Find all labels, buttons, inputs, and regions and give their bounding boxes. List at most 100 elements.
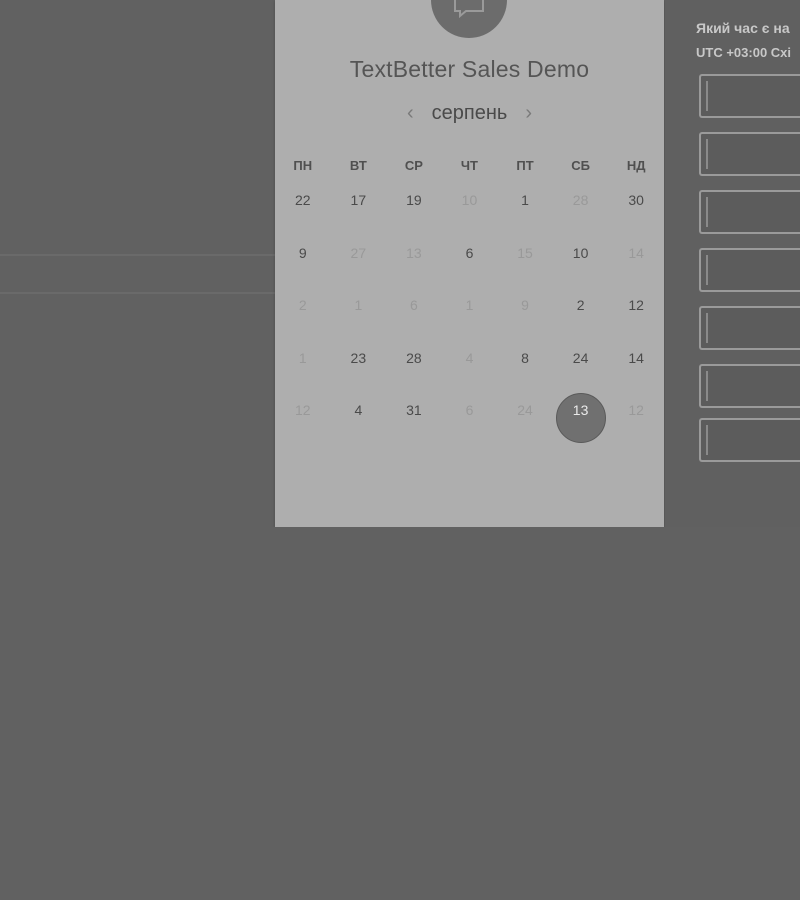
month-label: серпень (431, 101, 508, 124)
time-slot-button[interactable] (699, 418, 800, 462)
calendar-day: 10 (442, 178, 498, 231)
calendar-day[interactable]: 22 (275, 178, 331, 231)
calendar-day-number: 9 (521, 297, 529, 313)
calendar-day[interactable]: 4 (331, 388, 387, 441)
time-slot-button[interactable] (699, 74, 800, 118)
weekday-label: СР (404, 158, 423, 173)
calendar-day-number: 9 (298, 244, 307, 261)
calendar-day[interactable]: 24 (553, 336, 609, 389)
calendar-day: 6 (386, 283, 442, 336)
chat-bubble-icon (454, 0, 484, 18)
calendar-day[interactable]: 1 (497, 178, 553, 231)
time-slot-button[interactable] (699, 190, 800, 234)
calendar-day: 13 (386, 231, 442, 284)
calendar-day[interactable]: 28 (386, 336, 442, 389)
calendar-day[interactable]: 2 (553, 283, 609, 336)
scheduler-card: TextBetter Sales Demo ‹ серпень › ПН ВТ … (275, 0, 664, 527)
calendar-day-number: 27 (350, 244, 367, 261)
event-title: TextBetter Sales Demo (349, 56, 590, 82)
calendar-day: 1 (442, 283, 498, 336)
calendar-day-number: 17 (350, 192, 367, 208)
weekday-label: СБ (571, 158, 590, 173)
month-navigator: ‹ серпень › (275, 100, 664, 126)
calendar-day: 6 (442, 388, 498, 441)
weekday-label: ВТ (349, 158, 367, 173)
company-logo (431, 0, 507, 38)
calendar-day-number: 14 (628, 349, 644, 366)
calendar-day-selected[interactable]: 13 (553, 388, 609, 441)
background-divider (0, 292, 275, 294)
calendar-day-number: 2 (298, 297, 307, 313)
timezone-question: Який час є на (696, 20, 790, 36)
calendar-day-number: 4 (465, 349, 474, 366)
calendar-day[interactable]: 6 (442, 231, 498, 284)
calendar-day-number: 12 (294, 402, 311, 418)
calendar-day[interactable]: 14 (608, 336, 664, 389)
calendar-day[interactable]: 31 (386, 388, 442, 441)
background-divider (0, 254, 275, 256)
calendar-day-number: 2 (576, 297, 585, 313)
calendar-day-number: 22 (294, 192, 311, 208)
calendar-day: 2 (275, 283, 331, 336)
calendar-day-number: 13 (572, 402, 589, 418)
calendar-day-number: 30 (628, 192, 644, 208)
calendar-day-number: 1 (521, 192, 529, 208)
time-slot-panel: Який час є на UTC +03:00 Схі (665, 0, 800, 527)
calendar-day[interactable]: 8 (497, 336, 553, 389)
calendar-day-number: 6 (465, 402, 474, 418)
calendar-day[interactable]: 12 (608, 283, 664, 336)
calendar-day: 4 (442, 336, 498, 389)
calendar-day-number: 19 (406, 192, 422, 208)
calendar-day-number: 10 (461, 192, 478, 208)
calendar-day: 12 (608, 388, 664, 441)
time-slot-button[interactable] (699, 306, 800, 350)
time-slot-button[interactable] (699, 364, 800, 408)
calendar-day-number: 6 (465, 244, 474, 261)
timezone-selector[interactable]: UTC +03:00 Схі (696, 45, 791, 60)
calendar-day: 9 (497, 283, 553, 336)
calendar-day-number: 12 (628, 297, 644, 313)
calendar-day-number: 6 (410, 297, 418, 313)
calendar-day: 14 (608, 231, 664, 284)
calendar-day-number: 24 (517, 402, 533, 418)
calendar-day-number: 23 (350, 349, 367, 366)
time-slot-button[interactable] (699, 132, 800, 176)
calendar-day: 1 (275, 336, 331, 389)
calendar-day: 27 (331, 231, 387, 284)
calendar-day[interactable]: 9 (275, 231, 331, 284)
calendar-day-number: 1 (298, 349, 307, 366)
calendar-day[interactable]: 10 (553, 231, 609, 284)
calendar-day-number: 13 (406, 244, 422, 261)
calendar-day-number: 31 (406, 402, 422, 418)
calendar-day[interactable]: 23 (331, 336, 387, 389)
calendar-day-number: 24 (572, 349, 589, 366)
chevron-left-icon[interactable]: ‹ (407, 103, 414, 123)
calendar-day-number: 10 (572, 244, 589, 261)
calendar-day[interactable]: 19 (386, 178, 442, 231)
weekday-label: ЧТ (460, 158, 478, 173)
calendar-day-number: 8 (521, 349, 529, 366)
calendar-day: 28 (553, 178, 609, 231)
weekday-label: ПН (293, 158, 313, 173)
calendar-day: 1 (331, 283, 387, 336)
page-footer-area (0, 527, 800, 900)
calendar-day-number: 14 (628, 244, 644, 261)
weekday-header: ПН ВТ СР ЧТ ПТ СБ НД (275, 158, 664, 173)
calendar-day: 12 (275, 388, 331, 441)
calendar-day: 24 (497, 388, 553, 441)
calendar-day-number: 15 (517, 244, 533, 261)
calendar-day-number: 1 (354, 297, 363, 313)
calendar-day-number: 1 (465, 297, 474, 313)
calendar-day: 15 (497, 231, 553, 284)
calendar-day-number: 4 (354, 402, 363, 418)
time-slot-button[interactable] (699, 248, 800, 292)
weekday-label: НД (626, 158, 646, 173)
calendar-day-number: 28 (572, 192, 589, 208)
calendar-day-number: 28 (406, 349, 422, 366)
chevron-right-icon[interactable]: › (525, 103, 532, 123)
calendar-day-number: 12 (628, 402, 644, 418)
calendar-day[interactable]: 17 (331, 178, 387, 231)
calendar-day[interactable]: 30 (608, 178, 664, 231)
weekday-label: ПТ (516, 158, 534, 173)
calendar-day-grid: 22 17 19 10 1 28 30 9 27 13 6 15 10 14 2 1 6 1 9 2 12 1 23 28 4 8… (275, 178, 664, 441)
